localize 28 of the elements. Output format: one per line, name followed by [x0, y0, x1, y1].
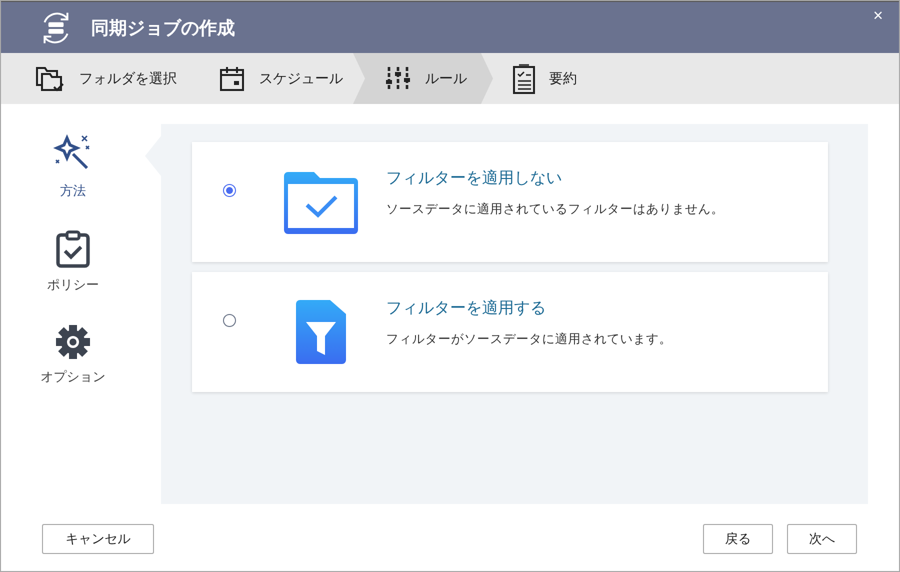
sidebar-item[interactable]: ポリシー: [47, 230, 99, 294]
option-title: フィルターを適用しない: [386, 168, 563, 189]
close-button[interactable]: ×: [869, 6, 887, 26]
radio-button[interactable]: [223, 314, 236, 326]
next-button[interactable]: 次へ: [787, 524, 857, 554]
option-description: ソースデータに適用されているフィルターはありません。: [386, 201, 724, 218]
window-title: 同期ジョブの作成: [91, 16, 235, 40]
radio-button[interactable]: [223, 184, 236, 196]
filter-file-icon: [296, 300, 346, 364]
wizard-step[interactable]: ルール: [353, 53, 493, 104]
sidebar-item[interactable]: オプション: [40, 324, 106, 386]
wizard-step[interactable]: フォルダを選択: [1, 53, 201, 104]
back-button[interactable]: 戻る: [703, 524, 773, 554]
sidebar-item[interactable]: 方法: [53, 134, 93, 200]
option-title: フィルターを適用する: [386, 298, 547, 319]
wizard-step[interactable]: スケジュール: [201, 53, 353, 104]
folder-check-icon: [284, 170, 358, 234]
option-card[interactable]: フィルターを適用する フィルターがソースデータに適用されています。: [192, 272, 828, 392]
cancel-button[interactable]: キャンセル: [42, 524, 154, 554]
option-card[interactable]: フィルターを適用しない ソースデータに適用されているフィルターはありません。: [192, 142, 828, 262]
folders-icon: [35, 64, 65, 92]
wizard-step[interactable]: 要約: [493, 53, 577, 104]
checklist-icon: [513, 64, 535, 94]
calendar-icon: [219, 66, 245, 92]
option-description: フィルターがソースデータに適用されています。: [386, 331, 672, 348]
clipboard-check-icon: [56, 230, 90, 268]
sliders-icon: [385, 66, 411, 92]
settings-icon: [55, 324, 91, 360]
